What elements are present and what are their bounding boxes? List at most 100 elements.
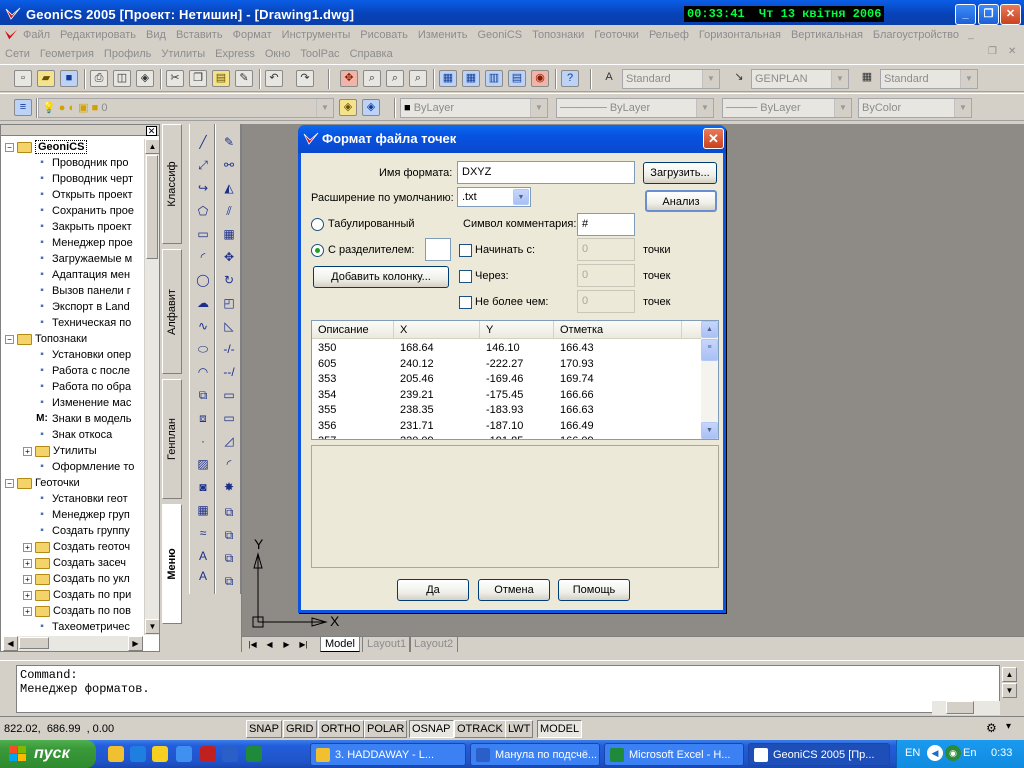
command-history[interactable]: Command: Менеджер форматов. (16, 665, 1000, 713)
polyline-icon[interactable]: ↪ (194, 180, 212, 197)
collapse-icon[interactable]: − (5, 334, 14, 344)
panel-close-icon[interactable]: ✕ (146, 126, 157, 136)
tree-item[interactable]: ▪ Работа по обра (5, 379, 145, 395)
menu-profile[interactable]: Профиль (99, 48, 157, 60)
cmd-hscrollbar[interactable] (932, 701, 1000, 715)
cmd-scroll-up-icon[interactable]: ▲ (1002, 667, 1017, 682)
chamfer-icon[interactable]: ◿ (220, 433, 238, 450)
tree-item[interactable]: ▪ Сохранить прое (5, 203, 145, 219)
task-excel[interactable]: Microsoft Excel - Н... (604, 743, 744, 766)
draworder-icon[interactable]: ⧉ (220, 504, 238, 521)
tab-layout2[interactable]: Layout2 (409, 637, 459, 652)
publish-icon[interactable]: ◈ (136, 70, 154, 87)
polar-button[interactable]: POLAR (364, 720, 408, 738)
rotate-icon[interactable]: ↻ (220, 272, 238, 289)
tree-item[interactable]: ▪ Изменение мас (5, 395, 145, 411)
tree-item[interactable]: + Создать засеч (5, 555, 145, 571)
menu-format[interactable]: Формат (228, 29, 277, 41)
menu-tools[interactable]: Инструменты (277, 29, 356, 41)
table-row[interactable]: 605 240.12 -222.27 170.93 (312, 357, 702, 372)
pan-icon[interactable]: ✥ (340, 70, 358, 87)
tree-item[interactable]: ▪ Знак откоса (5, 427, 145, 443)
region-icon[interactable]: ◙ (194, 479, 212, 496)
linetype-select[interactable]: ────── ByLayer ▼ (556, 98, 714, 118)
quicklaunch-acrobat-icon[interactable] (200, 746, 216, 762)
tree-item[interactable]: + Создать геоточ (5, 539, 145, 555)
tool-palettes-icon[interactable]: ▥ (485, 70, 503, 87)
mdi-close-button[interactable]: ✕ (1008, 46, 1016, 57)
menu-toposigns[interactable]: Топознаки (527, 29, 589, 41)
tab-alphabet[interactable]: Алфавит (162, 249, 182, 374)
table-row[interactable]: 355 238.35 -183.93 166.63 (312, 403, 702, 418)
draworder-under-icon[interactable]: ⧉ (220, 573, 238, 590)
format-name-input[interactable]: DXYZ (457, 161, 635, 184)
task-haddaway[interactable]: 3. HADDAWAY - L... (310, 743, 466, 766)
menu-toolpac[interactable]: ToolPac (295, 48, 344, 60)
tree-item[interactable]: − GeoniCS (5, 139, 145, 155)
task-manual[interactable]: Манула по подсчё... (470, 743, 600, 766)
menu-draw[interactable]: Рисовать (355, 29, 413, 41)
collapse-icon[interactable]: − (5, 142, 14, 152)
keyboard-layout[interactable]: En (963, 747, 976, 759)
scale-icon[interactable]: ◰ (220, 295, 238, 312)
column-x[interactable]: X (394, 321, 480, 339)
tree-item[interactable]: ▪ Создать группу (5, 523, 145, 539)
menu-landscaping[interactable]: Благоустройство (868, 29, 964, 41)
column-description[interactable]: Описание (312, 321, 394, 339)
tab-genplan[interactable]: Генплан (162, 379, 182, 499)
menu-relief[interactable]: Рельеф (644, 29, 694, 41)
extend-icon[interactable]: --/ (220, 364, 238, 381)
collapse-icon[interactable]: − (5, 478, 14, 488)
comment-char-input[interactable]: # (577, 213, 635, 236)
hatch-icon[interactable]: ▨ (194, 456, 212, 473)
menu-geometry[interactable]: Геометрия (35, 48, 99, 60)
menu-horizontal[interactable]: Горизонтальная (694, 29, 786, 41)
cut-icon[interactable]: ✂ (166, 70, 184, 87)
menu-insert[interactable]: Вставить (171, 29, 228, 41)
status-menu-icon[interactable]: ▾ (1006, 721, 1011, 732)
column-y[interactable]: Y (480, 321, 554, 339)
table-row[interactable]: 356 231.71 -187.10 166.49 (312, 419, 702, 434)
open-icon[interactable]: ▰ (37, 70, 55, 87)
first-tab-icon[interactable]: |◀ (245, 638, 260, 651)
zoom-previous-icon[interactable]: ⌕ (409, 70, 427, 87)
layer-manager-icon[interactable]: ≡ (14, 99, 32, 116)
table-row[interactable]: 353 205.46 -169.46 169.74 (312, 372, 702, 387)
menu-file[interactable]: Файл (18, 29, 55, 41)
tab-menu[interactable]: Меню (162, 504, 182, 624)
break-icon[interactable]: ▭ (220, 387, 238, 404)
expand-icon[interactable]: + (23, 606, 32, 616)
offset-icon[interactable]: ⫽ (220, 203, 238, 220)
otrack-button[interactable]: OTRACK (454, 720, 506, 738)
tree-item[interactable]: ▪ Загружаемые м (5, 251, 145, 267)
mdi-minimize-button[interactable]: _ (968, 29, 974, 40)
erase-icon[interactable]: ✎ (220, 134, 238, 151)
load-button[interactable]: Загрузить... (643, 162, 717, 184)
tab-model[interactable]: Model (320, 637, 360, 652)
tree-item[interactable]: + Создать по при (5, 587, 145, 603)
new-icon[interactable]: ▫ (14, 70, 32, 87)
column-elevation[interactable]: Отметка (554, 321, 682, 339)
text-style-select[interactable]: Standard ▼ (622, 69, 720, 89)
start-button[interactable]: пуск (0, 740, 96, 768)
menu-utilities[interactable]: Утилиты (156, 48, 210, 60)
draworder-back-icon[interactable]: ⧉ (220, 527, 238, 544)
expand-icon[interactable]: + (23, 542, 32, 552)
revcloud-icon[interactable]: ☁ (194, 295, 212, 312)
sheet-set-icon[interactable]: ▤ (508, 70, 526, 87)
properties-icon[interactable]: ▦ (439, 70, 457, 87)
color-select[interactable]: ■ ByLayer ▼ (400, 98, 548, 118)
help-icon[interactable]: ? (561, 70, 579, 87)
max-count-input[interactable]: 0 (577, 290, 635, 313)
every-input[interactable]: 0 (577, 264, 635, 287)
array-icon[interactable]: ▦ (220, 226, 238, 243)
expand-icon[interactable]: + (23, 558, 32, 568)
match-properties-icon[interactable]: ✎ (235, 70, 253, 87)
points-preview-table[interactable]: Описание X Y Отметка 350 168.64 146.10 166.… (311, 320, 719, 440)
make-block-icon[interactable]: ⧈ (194, 410, 212, 427)
language-indicator[interactable]: EN (905, 747, 920, 759)
menu-view[interactable]: Вид (141, 29, 171, 41)
help-button[interactable]: Помощь (558, 579, 630, 601)
communication-center-icon[interactable]: ⚙ (986, 721, 997, 735)
expand-icon[interactable]: + (23, 574, 32, 584)
